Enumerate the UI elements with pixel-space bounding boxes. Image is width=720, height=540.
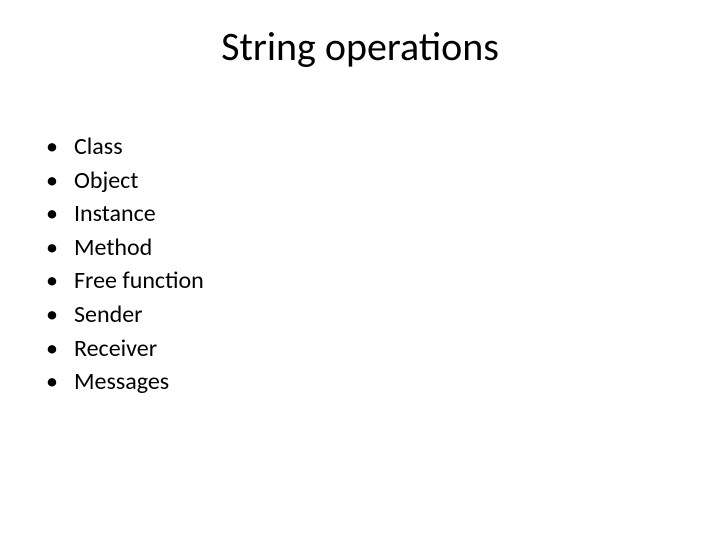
- list-item: Class: [46, 130, 204, 164]
- slide-title: String operations: [0, 22, 720, 71]
- list-item: Method: [46, 231, 204, 265]
- list-item: Receiver: [46, 332, 204, 366]
- list-item: Messages: [46, 365, 204, 399]
- bullet-list: Class Object Instance Method Free functi…: [46, 130, 204, 399]
- list-item: Object: [46, 164, 204, 198]
- list-item: Sender: [46, 298, 204, 332]
- list-item: Instance: [46, 197, 204, 231]
- list-item: Free function: [46, 264, 204, 298]
